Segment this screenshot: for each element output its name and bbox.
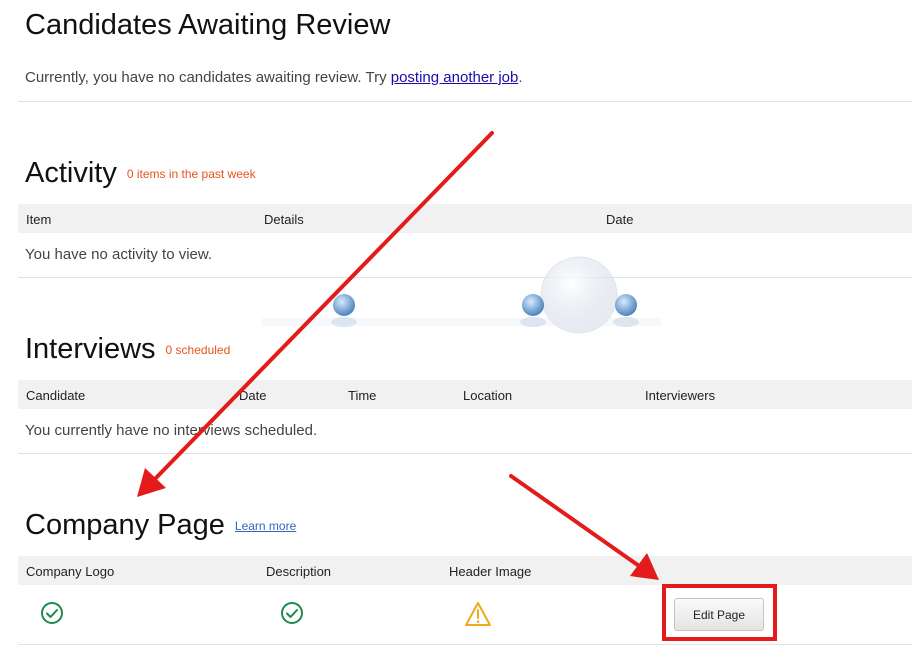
section-divider [18,277,912,278]
company-page-header: Company Page Learn more [25,509,296,542]
activity-title: Activity [25,157,117,189]
section-divider [18,101,912,102]
check-circle-icon [281,602,303,624]
warning-triangle-icon [465,602,491,626]
review-message-text: Currently, you have no candidates awaiti… [25,69,391,86]
review-message-suffix: . [518,69,523,86]
learn-more-link[interactable]: Learn more [235,519,296,533]
check-circle-icon [41,602,63,624]
activity-table-header: Item Details Date [18,204,912,233]
column-header-date: Date [606,212,634,227]
interviews-count: 0 scheduled [165,343,231,358]
activity-header: Activity 0 items in the past week [25,157,256,190]
company-page-title: Company Page [25,509,225,541]
section-divider [18,453,912,454]
column-header-details: Details [264,212,304,227]
column-header-company-logo: Company Logo [26,564,115,579]
interviews-table-header: Candidate Date Time Location Interviewer… [18,380,912,409]
column-header-candidate: Candidate [26,388,86,403]
column-header-description: Description [266,564,332,579]
interviews-title: Interviews [25,333,156,365]
activity-count: 0 items in the past week [126,167,256,182]
column-header-header-image: Header Image [449,564,532,579]
activity-empty-message: You have no activity to view. [25,246,213,263]
section-divider [18,644,912,645]
column-header-location: Location [463,388,513,403]
edit-page-button[interactable]: Edit Page [674,598,764,631]
posting-another-job-link[interactable]: posting another job [391,69,519,86]
review-message: Currently, you have no candidates awaiti… [25,69,523,86]
interviews-empty-message: You currently have no interviews schedul… [25,422,318,439]
column-header-item: Item [26,212,52,227]
interviews-header: Interviews 0 scheduled [25,333,230,366]
column-header-date: Date [239,388,267,403]
column-header-interviewers: Interviewers [645,388,716,403]
company-table-header: Company Logo Description Header Image [18,556,912,585]
review-title: Candidates Awaiting Review [25,9,391,41]
column-header-time: Time [348,388,377,403]
